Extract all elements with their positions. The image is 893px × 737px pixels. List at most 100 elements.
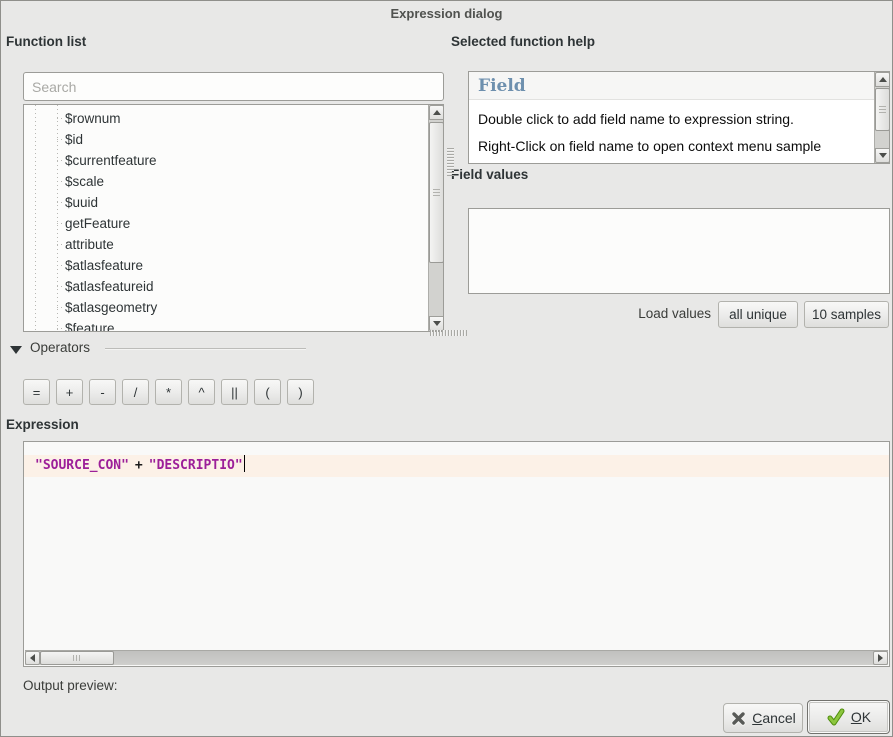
scrollbar-grip-icon: [73, 655, 80, 661]
tree-item-label: $currentfeature: [65, 153, 157, 168]
scroll-right-button[interactable]: [873, 651, 888, 665]
function-tree[interactable]: $rownum $id $currentfeature $scale $uuid getF…: [23, 104, 444, 332]
expression-code-area[interactable]: "SOURCE_CON"+"DESCRIPTIO": [24, 442, 889, 651]
tree-item[interactable]: $rownum: [24, 108, 428, 129]
expression-editor[interactable]: "SOURCE_CON"+"DESCRIPTIO": [23, 441, 890, 667]
function-list-label: Function list: [6, 34, 86, 49]
selected-function-help-label: Selected function help: [451, 34, 595, 49]
cancel-button[interactable]: Cancel: [723, 703, 803, 733]
tree-item[interactable]: $scale: [24, 171, 428, 192]
expression-code-line[interactable]: "SOURCE_CON"+"DESCRIPTIO": [24, 455, 889, 477]
collapse-triangle-icon[interactable]: [10, 346, 22, 354]
scroll-right-icon: [878, 654, 883, 662]
tree-item[interactable]: attribute: [24, 234, 428, 255]
tree-branch-line: [57, 244, 65, 245]
tree-branch-line: [57, 328, 65, 329]
help-body: Double click to add field name to expres…: [469, 111, 874, 154]
help-content: Field Double click to add field name to …: [469, 72, 874, 163]
tree-branch-line: [57, 160, 65, 161]
tree-item-label: $id: [65, 132, 83, 147]
vertical-splitter-handle[interactable]: [447, 148, 454, 176]
field-values-panel[interactable]: [468, 208, 890, 294]
operator-button-1[interactable]: +: [56, 379, 83, 405]
tree-item[interactable]: $atlasfeatureid: [24, 276, 428, 297]
tree-item-label: $feature: [65, 321, 115, 331]
editor-horizontal-scrollbar[interactable]: [25, 650, 888, 665]
tree-item-label: $uuid: [65, 195, 98, 210]
operators-header-line: [105, 348, 306, 349]
scroll-up-icon: [879, 77, 887, 82]
scroll-up-button[interactable]: [875, 72, 890, 87]
horizontal-splitter-handle[interactable]: [430, 330, 467, 336]
ok-check-icon: [826, 707, 846, 727]
operator-button-7[interactable]: (: [254, 379, 281, 405]
tree-branch-line: [57, 265, 65, 266]
scrollbar-grip-icon: [879, 106, 886, 113]
help-heading: Field: [469, 72, 874, 100]
help-paragraph: Double click to add field name to expres…: [478, 111, 865, 127]
output-preview-label: Output preview:: [23, 678, 118, 693]
ten-samples-button[interactable]: 10 samples: [804, 301, 889, 328]
operator-button-4[interactable]: *: [155, 379, 182, 405]
scrollbar-thumb[interactable]: [40, 651, 114, 665]
expression-token-field: "DESCRIPTIO": [149, 458, 243, 473]
text-cursor: [244, 455, 245, 472]
tree-branch-line: [57, 181, 65, 182]
operator-button-0[interactable]: =: [23, 379, 50, 405]
help-paragraph: Right-Click on field name to open contex…: [478, 138, 865, 154]
operator-button-3[interactable]: /: [122, 379, 149, 405]
tree-item-label: attribute: [65, 237, 114, 252]
operator-button-2[interactable]: -: [89, 379, 116, 405]
ok-button-label: OK: [851, 709, 871, 725]
tree-item-label: $rownum: [65, 111, 121, 126]
tree-branch-line: [57, 202, 65, 203]
function-tree-scrollbar[interactable]: [428, 105, 443, 331]
operator-buttons-row: =+-/*^||(): [23, 379, 314, 405]
tree-item[interactable]: $id: [24, 129, 428, 150]
scroll-down-button[interactable]: [875, 148, 890, 163]
tree-branch-line: [57, 307, 65, 308]
cancel-x-icon: [730, 710, 747, 727]
tree-item[interactable]: $feature: [24, 318, 428, 331]
scroll-left-button[interactable]: [25, 651, 40, 665]
scroll-up-icon: [433, 110, 441, 115]
scroll-down-button[interactable]: [429, 316, 444, 331]
window-title: Expression dialog: [1, 6, 892, 21]
scrollbar-thumb[interactable]: [429, 122, 444, 263]
expression-label: Expression: [6, 417, 79, 432]
tree-branch-line: [57, 118, 65, 119]
cancel-button-label: Cancel: [752, 710, 796, 726]
tree-item-label: $atlasfeature: [65, 258, 143, 273]
tree-branch-line: [57, 286, 65, 287]
load-values-label: Load values: [556, 306, 711, 321]
tree-branch-line: [57, 223, 65, 224]
tree-item[interactable]: $atlasgeometry: [24, 297, 428, 318]
operator-button-8[interactable]: ): [287, 379, 314, 405]
scroll-down-icon: [879, 153, 887, 158]
scroll-down-icon: [433, 321, 441, 326]
tree-item[interactable]: $uuid: [24, 192, 428, 213]
tree-item-label: $scale: [65, 174, 104, 189]
tree-item[interactable]: $currentfeature: [24, 150, 428, 171]
ok-button[interactable]: OK: [807, 700, 890, 734]
scroll-left-icon: [30, 654, 35, 662]
all-unique-button[interactable]: all unique: [718, 301, 798, 328]
tree-item-label: $atlasfeatureid: [65, 279, 154, 294]
scrollbar-thumb[interactable]: [875, 88, 890, 131]
scrollbar-grip-icon: [433, 189, 440, 196]
help-scrollbar[interactable]: [874, 72, 889, 163]
tree-item[interactable]: $atlasfeature: [24, 255, 428, 276]
operator-button-6[interactable]: ||: [221, 379, 248, 405]
tree-item-label: getFeature: [65, 216, 130, 231]
expression-token-operator: +: [135, 458, 143, 473]
tree-item[interactable]: getFeature: [24, 213, 428, 234]
operator-button-5[interactable]: ^: [188, 379, 215, 405]
tree-item-label: $atlasgeometry: [65, 300, 157, 315]
expression-dialog-window: Expression dialog Function list $rownum$…: [0, 0, 893, 737]
function-help-panel: Field Double click to add field name to …: [468, 71, 890, 164]
scroll-up-button[interactable]: [429, 105, 444, 120]
search-input[interactable]: [23, 72, 444, 101]
function-tree-rows: $rownum $id $currentfeature $scale $uuid getF…: [24, 105, 428, 331]
operators-group-label[interactable]: Operators: [30, 340, 90, 355]
field-values-label: Field values: [451, 167, 528, 182]
